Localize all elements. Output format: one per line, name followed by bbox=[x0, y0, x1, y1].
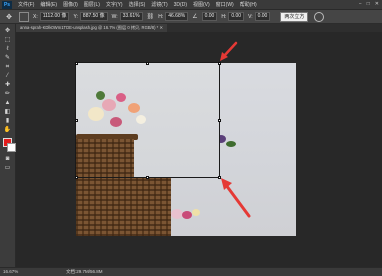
v-skew-label: V: bbox=[248, 13, 253, 20]
rotate-angle-icon: ∠ bbox=[192, 14, 198, 20]
maximize-button[interactable]: □ bbox=[367, 1, 370, 7]
clone-stamp-icon[interactable]: ▲ bbox=[3, 100, 12, 107]
menu-filter[interactable]: 滤镜(T) bbox=[151, 1, 167, 8]
flower-magenta-copy bbox=[110, 117, 122, 127]
canvas-area[interactable] bbox=[16, 32, 382, 267]
screen-mode-icon[interactable]: ▭ bbox=[3, 165, 12, 172]
h-skew-field[interactable]: 0.00 bbox=[228, 12, 245, 21]
w-label: W: bbox=[111, 13, 118, 20]
lasso-icon[interactable]: ℓ bbox=[3, 46, 12, 53]
flower-white bbox=[88, 107, 104, 121]
quick-mask-icon[interactable]: ◙ bbox=[3, 156, 12, 163]
x-position-field[interactable]: 1112.00 像 bbox=[39, 12, 70, 21]
background-color-swatch[interactable] bbox=[7, 143, 16, 152]
menu-edit[interactable]: 编辑(E) bbox=[40, 1, 57, 8]
y-label: Y: bbox=[73, 13, 78, 20]
link-icon[interactable]: ⛓ bbox=[147, 13, 155, 20]
menu-image[interactable]: 图像(I) bbox=[63, 1, 78, 8]
document-tab[interactable]: anna-sprah-KDlk0Wm1TDE-unsplash.jpg @ 16… bbox=[16, 24, 167, 32]
transform-handle-bottom-middle[interactable] bbox=[146, 176, 149, 179]
menu-bar: Ps 文件(F) 编辑(E) 图像(I) 图层(L) 文字(Y) 选择(S) 滤… bbox=[0, 0, 382, 10]
menu-help[interactable]: 帮助(H) bbox=[240, 1, 257, 8]
marquee-icon[interactable]: ⬚ bbox=[3, 37, 12, 44]
close-button[interactable]: ✕ bbox=[375, 1, 379, 7]
menu-view[interactable]: 视图(V) bbox=[193, 1, 210, 8]
flower-pink-copy bbox=[102, 99, 116, 111]
h-skew-label: H: bbox=[221, 13, 227, 20]
flower-ivory bbox=[136, 115, 146, 124]
wicker-basket-copy bbox=[76, 139, 134, 177]
window-controls: − □ ✕ bbox=[359, 1, 379, 7]
transform-handle-middle-right[interactable] bbox=[218, 119, 221, 122]
flower-magenta bbox=[182, 211, 192, 219]
x-label: X: bbox=[33, 13, 38, 20]
leaves bbox=[226, 141, 236, 147]
tools-panel: ✥ ⬚ ℓ ✎ ⌗ ⁄ ✚ ✏ ▲ ◧ ▮ ✋ ◙ ▭ bbox=[0, 24, 16, 267]
quick-select-icon[interactable]: ✎ bbox=[3, 55, 12, 62]
options-bar: ✥ X: 1112.00 像 Y: 887.50 像 W: 33.61% ⛓ H… bbox=[0, 10, 382, 24]
interpolation-select[interactable]: 两次立方 bbox=[280, 11, 309, 22]
transform-handle-top-middle[interactable] bbox=[146, 62, 149, 65]
transform-handle-top-left[interactable] bbox=[75, 62, 78, 65]
healing-brush-icon[interactable]: ✚ bbox=[3, 82, 12, 89]
height-field[interactable]: 46.68% bbox=[165, 12, 189, 21]
document-tab-bar: anna-sprah-KDlk0Wm1TDE-unsplash.jpg @ 16… bbox=[16, 24, 382, 32]
brush-icon[interactable]: ✏ bbox=[3, 91, 12, 98]
rotate-field[interactable]: 0.00 bbox=[201, 12, 218, 21]
h-label: H: bbox=[158, 13, 164, 20]
width-field[interactable]: 33.61% bbox=[119, 12, 143, 21]
flower-cream bbox=[192, 209, 200, 216]
gradient-icon[interactable]: ▮ bbox=[3, 118, 12, 125]
menu-layer[interactable]: 图层(L) bbox=[84, 1, 100, 8]
leaves-copy bbox=[96, 91, 105, 100]
eraser-icon[interactable]: ◧ bbox=[3, 109, 12, 116]
minimize-button[interactable]: − bbox=[359, 1, 362, 7]
menu-type[interactable]: 文字(Y) bbox=[106, 1, 123, 8]
reference-point-icon[interactable] bbox=[19, 11, 29, 22]
menu-file[interactable]: 文件(F) bbox=[18, 1, 34, 8]
crop-icon[interactable]: ⌗ bbox=[3, 64, 12, 71]
menu-window[interactable]: 窗口(W) bbox=[216, 1, 234, 8]
eyedropper-icon[interactable]: ⁄ bbox=[3, 73, 12, 80]
transform-handle-middle-left[interactable] bbox=[75, 119, 78, 122]
transformed-layer-copy[interactable] bbox=[75, 62, 220, 178]
transform-handle-bottom-left[interactable] bbox=[75, 176, 78, 179]
menu-select[interactable]: 选择(S) bbox=[129, 1, 146, 8]
v-skew-field[interactable]: 0.00 bbox=[254, 12, 271, 21]
photoshop-logo: Ps bbox=[2, 0, 12, 9]
flower-peach bbox=[128, 103, 140, 113]
menu-3d[interactable]: 3D(D) bbox=[174, 2, 187, 8]
move-tool-preset-icon[interactable]: ✥ bbox=[3, 12, 15, 22]
annotation-arrow-bottom bbox=[221, 178, 251, 218]
warp-icon[interactable] bbox=[314, 11, 325, 22]
y-position-field[interactable]: 887.50 像 bbox=[79, 12, 108, 21]
move-icon[interactable]: ✥ bbox=[3, 28, 12, 35]
annotation-arrow-top bbox=[220, 41, 238, 61]
hand-icon[interactable]: ✋ bbox=[3, 127, 12, 134]
wicker-basket bbox=[76, 173, 171, 236]
flower-rose bbox=[116, 93, 126, 102]
